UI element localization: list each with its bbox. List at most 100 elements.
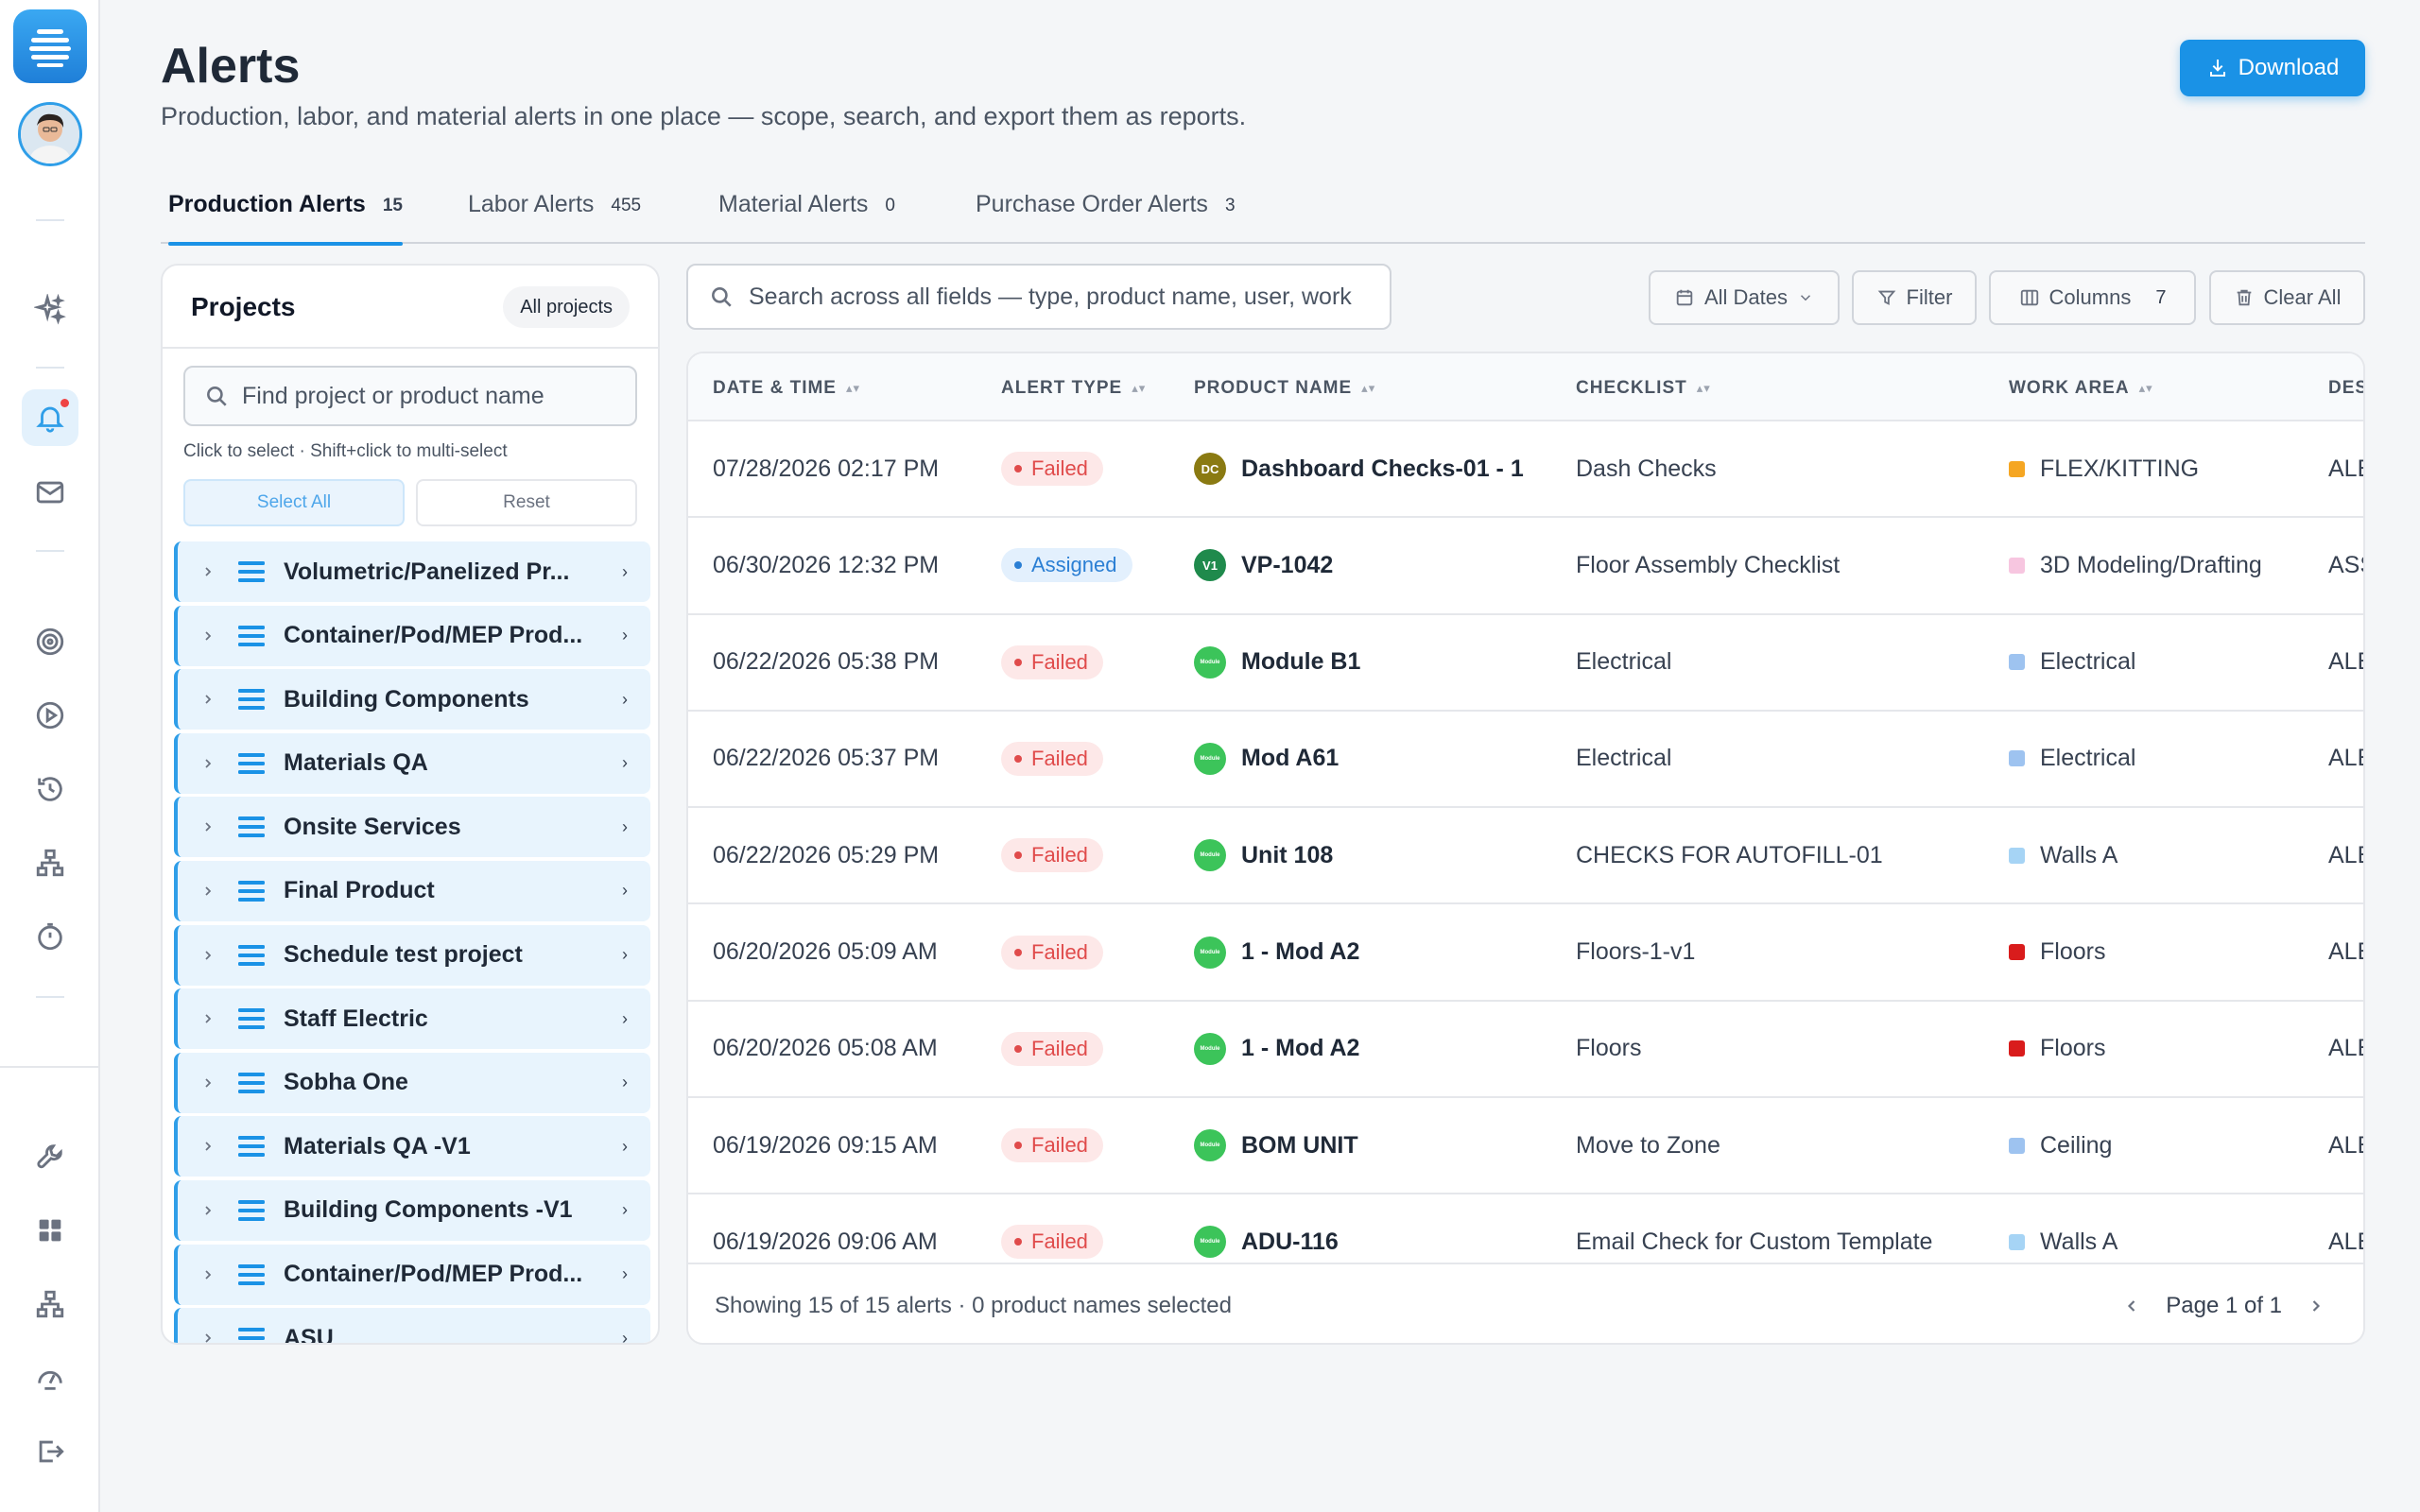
columns-label: Columns [2048,285,2132,309]
dashboard-nav[interactable] [22,1202,78,1259]
cell-product[interactable]: Module 1 - Mod A2 [1194,1002,1359,1096]
app-logo[interactable] [13,9,87,83]
table-row[interactable]: 06/20/2026 05:09 AM Failed Module 1 - Mod A… [688,905,2363,1002]
timer-nav[interactable] [22,908,78,965]
hierarchy-nav[interactable] [22,834,78,891]
download-button[interactable]: Download [2180,40,2365,96]
column-header-alert-type[interactable]: ALERT TYPE ▴▾ [1001,378,1146,399]
project-item[interactable]: Building Components -V1 › [174,1179,650,1241]
logout-icon [39,1440,64,1463]
network-nav[interactable] [22,1276,78,1332]
goals-nav[interactable] [22,613,78,670]
select-all-button[interactable]: Select All [183,479,405,526]
cell-product[interactable]: V1 VP-1042 [1194,518,1333,612]
user-avatar[interactable] [18,102,82,166]
chevron-left-icon[interactable] [2122,1297,2141,1315]
alerts-search-input[interactable]: Search across all fields — type, product… [686,264,1392,330]
cell-product[interactable]: Module BOM UNIT [1194,1098,1358,1193]
mail-nav[interactable] [22,464,78,521]
chevron-right-icon[interactable] [200,819,216,834]
chevron-right-icon[interactable] [200,1011,216,1026]
chevron-right-icon[interactable] [200,628,216,644]
network-icon [36,1290,64,1318]
project-item[interactable]: Schedule test project › [174,924,650,986]
project-name: Volumetric/Panelized Pr... [284,558,570,585]
project-name: Onsite Services [284,813,461,840]
chevron-down-icon [1800,295,1811,301]
support-nav[interactable] [22,1349,78,1406]
play-nav[interactable] [22,687,78,744]
table-row[interactable]: 06/30/2026 12:32 PM Assigned V1 VP-1042 Floo… [688,518,2363,615]
ai-nav[interactable] [22,282,78,338]
column-header-work-area[interactable]: WORK AREA ▴▾ [2009,378,2153,399]
cell-product[interactable]: Module ADU-116 [1194,1194,1339,1263]
table-row[interactable]: 06/22/2026 05:38 PM Failed Module Module B1… [688,615,2363,712]
history-icon [38,777,62,801]
column-header-checklist[interactable]: CHECKLIST ▴▾ [1576,378,1711,399]
chevron-right-icon[interactable] [200,564,216,579]
product-name: BOM UNIT [1241,1131,1358,1159]
chevron-right-icon[interactable] [200,1203,216,1218]
columns-button[interactable]: Columns 7 [1989,270,2196,325]
chevron-right-icon[interactable] [200,1267,216,1282]
chevron-right-icon[interactable] [2307,1297,2325,1315]
tab-label: Production Alerts [168,191,366,217]
tools-nav[interactable] [22,1128,78,1185]
project-item[interactable]: Final Product › [174,860,650,921]
cell-product[interactable]: Module 1 - Mod A2 [1194,905,1359,1000]
alerts-nav[interactable] [22,389,78,446]
tab-production-alerts[interactable]: Production Alerts 15 [168,185,403,246]
project-item[interactable]: ASU › [174,1308,650,1343]
tab-purchase-order-alerts[interactable]: Purchase Order Alerts 3 [976,185,1236,244]
project-item[interactable]: Sobha One › [174,1052,650,1113]
table-row[interactable]: 06/20/2026 05:08 AM Failed Module 1 - Mod A… [688,1002,2363,1099]
project-item[interactable]: Building Components › [174,669,650,730]
table-row[interactable]: 07/28/2026 02:17 PM Failed DC Dashboard Che… [688,421,2363,519]
projects-panel: Projects All projects Find project or pr… [161,264,660,1345]
projects-scope-chip[interactable]: All projects [503,286,630,328]
project-item[interactable]: Staff Electric › [174,988,650,1050]
project-item[interactable]: Materials QA › [174,732,650,794]
project-arrow: › [622,945,628,965]
cell-product[interactable]: Module Mod A61 [1194,712,1339,806]
project-item[interactable]: Onsite Services › [174,797,650,858]
stack-icon [238,816,265,838]
project-item[interactable]: Volumetric/Panelized Pr... › [174,541,650,602]
chevron-right-icon[interactable] [200,756,216,771]
logout-nav[interactable] [22,1423,78,1480]
cell-work-area: Walls A [2009,808,2118,902]
project-search-placeholder: Find project or product name [242,382,544,409]
column-header-product-name[interactable]: PRODUCT NAME ▴▾ [1194,378,1375,399]
cell-product[interactable]: DC Dashboard Checks-01 - 1 [1194,421,1524,516]
table-row[interactable]: 06/22/2026 05:29 PM Failed Module Unit 108 C… [688,808,2363,905]
tab-labor-alerts[interactable]: Labor Alerts 455 [468,185,641,244]
tab-material-alerts[interactable]: Material Alerts 0 [718,185,895,244]
chevron-right-icon[interactable] [200,692,216,707]
project-item[interactable]: Container/Pod/MEP Prod... › [174,1244,650,1305]
history-nav[interactable] [22,761,78,817]
table-row[interactable]: 06/19/2026 09:06 AM Failed Module ADU-116 Em… [688,1194,2363,1263]
chevron-right-icon[interactable] [200,1139,216,1154]
column-header-description[interactable]: DESC [2328,378,2363,399]
table-row[interactable]: 06/19/2026 09:15 AM Failed Module BOM UNIT M… [688,1098,2363,1195]
table-row[interactable]: 06/22/2026 05:37 PM Failed Module Mod A61 El… [688,712,2363,809]
project-item[interactable]: Materials QA -V1 › [174,1116,650,1177]
chevron-right-icon[interactable] [200,1075,216,1091]
project-name: Staff Electric [284,1005,428,1032]
rail-divider [36,219,64,221]
chevron-right-icon[interactable] [200,884,216,899]
stack-icon [238,1072,265,1094]
column-header-date[interactable]: DATE & TIME ▴▾ [713,378,860,399]
project-arrow: › [622,816,628,836]
reset-button[interactable]: Reset [416,479,637,526]
project-search-input[interactable]: Find project or product name [183,366,637,426]
cell-product[interactable]: Module Unit 108 [1194,808,1333,902]
cell-product[interactable]: Module Module B1 [1194,615,1360,710]
project-item[interactable]: Container/Pod/MEP Prod... › [174,605,650,666]
date-range-dropdown[interactable]: All Dates [1649,270,1840,325]
chevron-right-icon[interactable] [200,948,216,963]
cell-date: 06/30/2026 12:32 PM [713,551,940,578]
chevron-right-icon[interactable] [200,1331,216,1343]
clear-all-button[interactable]: Clear All [2209,270,2365,325]
filter-button[interactable]: Filter [1852,270,1977,325]
